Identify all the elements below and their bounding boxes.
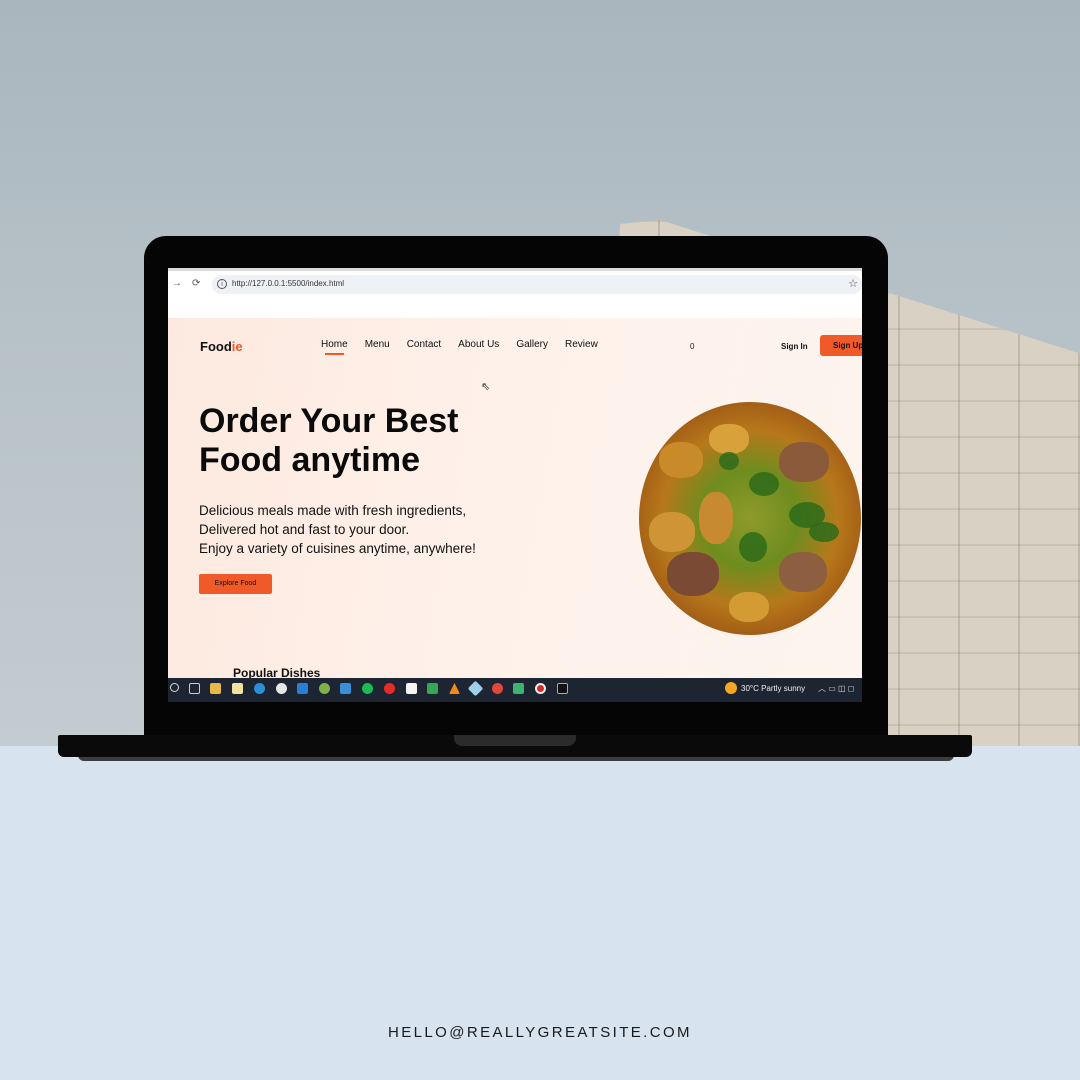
mouse-cursor-icon: ⇖ (481, 381, 491, 393)
logo-accent-text: ie (231, 339, 243, 354)
sign-up-button[interactable]: Sign Up (820, 335, 862, 356)
app-green-icon[interactable] (513, 683, 524, 694)
url-text: http://127.0.0.1:5500/index.html (232, 279, 345, 288)
info-icon[interactable]: i (217, 279, 227, 289)
notepad-icon[interactable] (406, 683, 417, 694)
hero-line: Delicious meals made with fresh ingredie… (199, 503, 467, 518)
app-icon[interactable] (467, 680, 484, 697)
forward-icon[interactable]: → (172, 278, 182, 289)
website-hero: Foodie Home Menu Contact About Us Galler… (168, 318, 862, 678)
hero-description: Delicious meals made with fresh ingredie… (199, 501, 529, 558)
nav-contact[interactable]: Contact (407, 339, 441, 350)
record-icon[interactable] (535, 683, 546, 694)
youtube-icon[interactable] (384, 683, 395, 694)
hero-line: Delivered hot and fast to your door. (199, 522, 410, 537)
sign-in-link[interactable]: Sign In (781, 342, 808, 351)
logo-text: Food (200, 339, 232, 354)
hero-line: Enjoy a variety of cuisines anytime, any… (199, 541, 476, 556)
nav-about-us[interactable]: About Us (458, 339, 499, 350)
main-nav: Home Menu Contact About Us Gallery Revie… (321, 339, 615, 355)
food-dish-image (639, 402, 861, 635)
drive-icon[interactable] (427, 683, 438, 694)
spotify-icon[interactable] (362, 683, 373, 694)
mail-icon[interactable] (340, 683, 351, 694)
calendar-icon[interactable] (232, 683, 243, 694)
weather-text[interactable]: 30°C Partly sunny (741, 684, 805, 693)
weather-icon[interactable] (725, 682, 737, 694)
chrome-icon[interactable] (276, 683, 287, 694)
vlc-icon[interactable] (449, 683, 460, 694)
address-bar[interactable]: i http://127.0.0.1:5500/index.html ☆ (212, 275, 862, 294)
laptop-notch (454, 735, 576, 746)
edge-icon[interactable] (254, 683, 265, 694)
chrome-profile-icon[interactable] (319, 683, 330, 694)
cart-count[interactable]: 0 (690, 342, 694, 351)
system-tray-icons[interactable]: ︿ ▭ ◫ ◻ (818, 683, 854, 694)
nav-menu[interactable]: Menu (365, 339, 390, 350)
search-icon[interactable] (170, 683, 179, 692)
tiktok-icon[interactable] (557, 683, 568, 694)
pdf-icon[interactable] (492, 683, 503, 694)
popular-dishes-heading: Popular Dishes (233, 666, 321, 678)
bookmark-star-icon[interactable]: ☆ (848, 277, 858, 290)
contact-email: HELLO@REALLYGREATSITE.COM (388, 1024, 692, 1041)
laptop-screen: → ⟳ i http://127.0.0.1:5500/index.html ☆… (168, 268, 862, 702)
browser-toolbar: → ⟳ i http://127.0.0.1:5500/index.html ☆ (168, 268, 862, 318)
reload-icon[interactable]: ⟳ (192, 278, 200, 289)
windows-taskbar: 30°C Partly sunny ︿ ▭ ◫ ◻ (168, 678, 862, 702)
tab-strip (168, 268, 862, 271)
nav-home[interactable]: Home (321, 339, 348, 355)
task-view-icon[interactable] (189, 683, 200, 694)
explore-food-button[interactable]: Explore Food (199, 574, 272, 594)
nav-review[interactable]: Review (565, 339, 598, 350)
nav-gallery[interactable]: Gallery (516, 339, 548, 350)
hero-title: Order Your Best Food anytime (199, 402, 459, 479)
vscode-icon[interactable] (297, 683, 308, 694)
file-explorer-icon[interactable] (210, 683, 221, 694)
site-logo[interactable]: Foodie (200, 339, 243, 354)
